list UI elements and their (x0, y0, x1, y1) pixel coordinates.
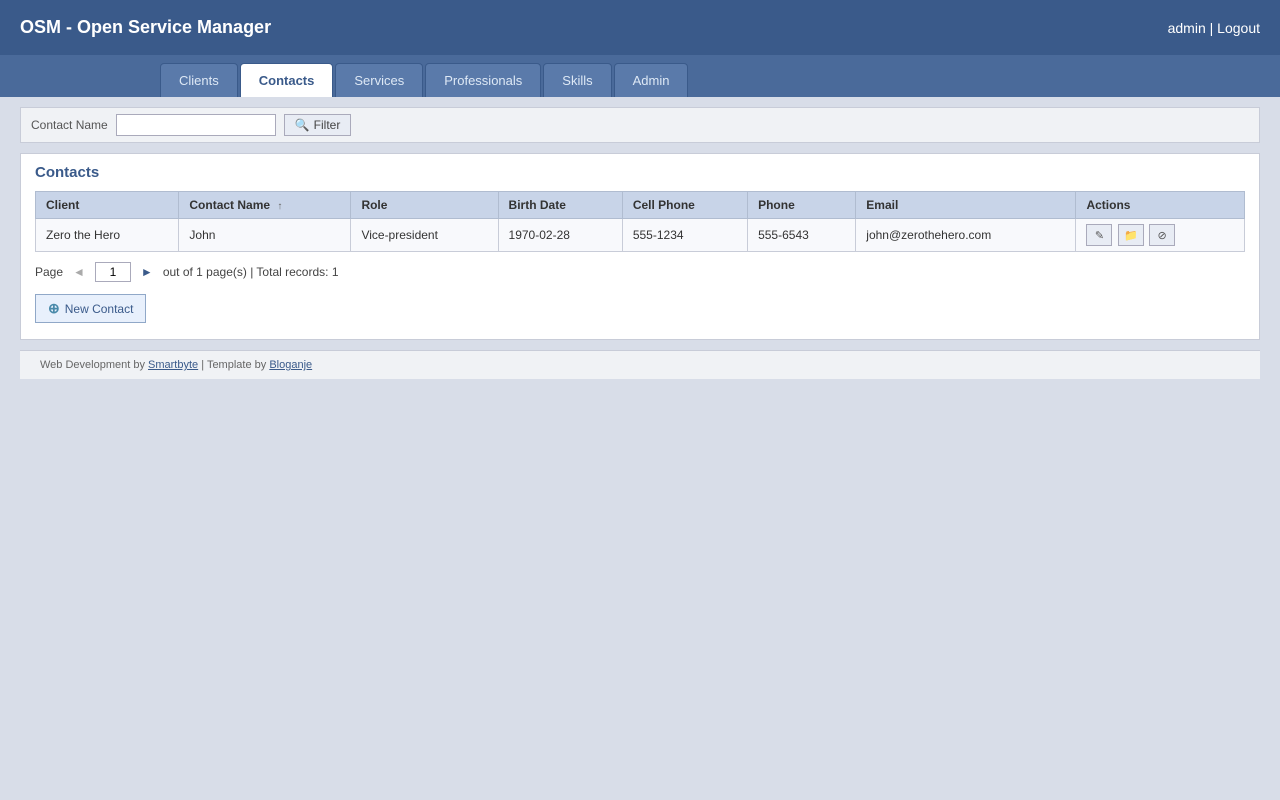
col-header-email: Email (856, 192, 1076, 219)
table-header-row: Client Contact Name ↑ Role Birth Date Ce… (36, 192, 1245, 219)
pages-info: out of 1 page(s) | Total records: 1 (163, 265, 339, 279)
col-header-role: Role (351, 192, 498, 219)
cell-role: Vice-president (351, 219, 498, 252)
prev-page-button[interactable]: ◄ (69, 263, 89, 281)
filter-button[interactable]: 🔍 Filter (284, 114, 352, 136)
col-header-actions: Actions (1076, 192, 1245, 219)
cell-email: john@zerothehero.com (856, 219, 1076, 252)
filter-bar: Contact Name 🔍 Filter (20, 107, 1260, 143)
tab-admin[interactable]: Admin (614, 63, 689, 97)
contacts-table: Client Contact Name ↑ Role Birth Date Ce… (35, 191, 1245, 252)
filter-label: Contact Name (31, 118, 108, 132)
tab-professionals[interactable]: Professionals (425, 63, 541, 97)
col-email-label: Email (866, 198, 898, 212)
search-icon: 🔍 (295, 118, 310, 132)
sort-icon: ↑ (277, 201, 282, 212)
folder-icon: 📁 (1124, 229, 1138, 242)
filter-button-label: Filter (314, 118, 341, 132)
footer-dev-prefix: Web Development by (40, 359, 148, 371)
col-phone-label: Phone (758, 198, 795, 212)
col-birth-date-label: Birth Date (509, 198, 566, 212)
cell-client: Zero the Hero (36, 219, 179, 252)
col-header-cell-phone: Cell Phone (622, 192, 747, 219)
username: admin (1168, 20, 1206, 36)
col-header-client: Client (36, 192, 179, 219)
cell-phone: 555-6543 (748, 219, 856, 252)
col-header-contact-name[interactable]: Contact Name ↑ (179, 192, 351, 219)
table-title: Contacts (35, 164, 1245, 181)
tab-services[interactable]: Services (335, 63, 423, 97)
table-row: Zero the Hero John Vice-president 1970-0… (36, 219, 1245, 252)
next-page-button[interactable]: ► (137, 263, 157, 281)
table-body: Zero the Hero John Vice-president 1970-0… (36, 219, 1245, 252)
col-client-label: Client (46, 198, 79, 212)
footer: Web Development by Smartbyte | Template … (20, 350, 1260, 379)
cell-cell-phone: 555-1234 (622, 219, 747, 252)
contact-name-input[interactable] (116, 114, 276, 136)
logout-link[interactable]: Logout (1217, 20, 1260, 36)
view-button[interactable]: 📁 (1118, 224, 1144, 246)
tab-skills[interactable]: Skills (543, 63, 611, 97)
footer-dev-link[interactable]: Smartbyte (148, 359, 198, 371)
total-records: 1 (332, 265, 339, 279)
tab-contacts[interactable]: Contacts (240, 63, 334, 97)
new-contact-button[interactable]: ⊕ New Contact (35, 294, 146, 323)
col-header-birth-date: Birth Date (498, 192, 622, 219)
prev-page-icon: ◄ (73, 265, 85, 279)
delete-button[interactable]: ⊘ (1149, 224, 1175, 246)
new-contact-label: New Contact (65, 302, 134, 316)
nav-bar: Clients Contacts Services Professionals … (0, 55, 1280, 97)
page-label: Page (35, 265, 63, 279)
cell-contact-name: John (179, 219, 351, 252)
delete-icon: ⊘ (1158, 229, 1167, 242)
col-header-phone: Phone (748, 192, 856, 219)
table-container: Contacts Client Contact Name ↑ Role Birt… (20, 153, 1260, 340)
header: OSM - Open Service Manager admin | Logou… (0, 0, 1280, 55)
next-page-icon: ► (141, 265, 153, 279)
pages-info-text: out of 1 page(s) | Total records: (163, 265, 329, 279)
col-contact-name-label: Contact Name (189, 198, 270, 212)
edit-button[interactable]: ✎ (1086, 224, 1112, 246)
footer-template-prefix: | Template by (198, 359, 269, 371)
pagination: Page ◄ ► out of 1 page(s) | Total record… (35, 262, 1245, 282)
footer-template-link[interactable]: Bloganje (269, 359, 312, 371)
page-number-input[interactable] (95, 262, 131, 282)
col-cell-phone-label: Cell Phone (633, 198, 695, 212)
cell-actions: ✎ 📁 ⊘ (1076, 219, 1245, 252)
plus-icon: ⊕ (48, 300, 60, 317)
user-info: admin | Logout (1168, 20, 1260, 36)
col-role-label: Role (361, 198, 387, 212)
content-wrapper: Contact Name 🔍 Filter Contacts Client Co… (0, 97, 1280, 800)
edit-icon: ✎ (1095, 229, 1104, 242)
tab-clients[interactable]: Clients (160, 63, 238, 97)
app-title: OSM - Open Service Manager (20, 17, 271, 38)
col-actions-label: Actions (1086, 198, 1130, 212)
cell-birth-date: 1970-02-28 (498, 219, 622, 252)
